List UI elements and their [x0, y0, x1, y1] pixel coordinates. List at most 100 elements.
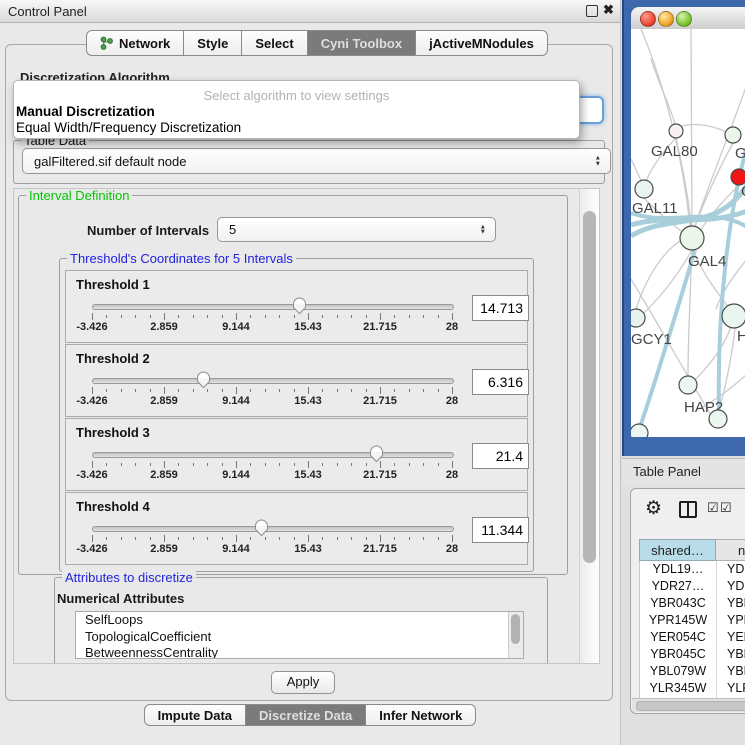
gear-icon[interactable]: ⚙ — [645, 497, 662, 520]
attribute-list-item[interactable]: TopologicalCoefficient — [76, 629, 523, 646]
table-cell: YDR27… — [640, 578, 717, 595]
network-node-h[interactable] — [722, 304, 745, 328]
slider-tick-labels: -3.4262.8599.14415.4321.71528 — [92, 543, 452, 555]
zoom-traffic-light-icon[interactable] — [676, 11, 692, 27]
table-cell: YPR1 — [717, 612, 745, 629]
number-of-intervals-value: 5 — [229, 222, 236, 237]
network-view-window: GAL80GACGAL11GAL4GCY1HHAP2 — [622, 0, 745, 456]
tab-discretize-data[interactable]: Discretize Data — [245, 704, 366, 726]
network-node[interactable] — [709, 410, 727, 428]
dropdown-option[interactable]: Manual Discretization — [16, 104, 155, 119]
table-row[interactable]: YBL079WYBL0 — [640, 663, 745, 680]
table-row[interactable]: YDR27…YDR2 — [640, 578, 745, 595]
network-node-ga[interactable] — [725, 127, 741, 143]
network-node-gcy1[interactable] — [631, 309, 645, 327]
attributes-group-title: Attributes to discretize — [62, 570, 196, 585]
control-panel-tabs: Network Style SelectCyni ToolboxjActiveMNo… — [86, 30, 548, 56]
close-icon[interactable]: ✖ — [603, 2, 614, 18]
table-row[interactable]: YBR043CYBR0 — [640, 595, 745, 612]
network-node-gal4[interactable] — [680, 226, 704, 250]
table-cell: YBR043C — [640, 595, 717, 612]
table-row[interactable]: YBR045CYBR0 — [640, 646, 745, 663]
table-cell: YBR045C — [640, 646, 717, 663]
slider-track[interactable] — [92, 452, 454, 458]
threshold-value-field[interactable]: 6.316 — [472, 369, 529, 395]
checkbox-checked-icon[interactable]: ☑ — [720, 500, 732, 516]
table-data-combobox[interactable]: galFiltered.sif default node ▲▼ — [22, 148, 611, 174]
tab-cyni-toolbox[interactable]: Cyni Toolbox — [307, 30, 416, 56]
number-of-intervals-combobox[interactable]: 5 ▲▼ — [217, 217, 496, 242]
minimize-traffic-light-icon[interactable] — [658, 11, 674, 27]
slider-thumb[interactable] — [196, 371, 211, 389]
table-row[interactable]: YPR145WYPR1 — [640, 612, 745, 629]
slider-track[interactable] — [92, 304, 454, 310]
threshold-value-field[interactable]: 14.713 — [472, 295, 529, 321]
split-columns-icon[interactable] — [679, 501, 697, 518]
table-panel-header: Table Panel — [622, 458, 745, 485]
network-node-hap2[interactable] — [679, 376, 697, 394]
table-cell: YBL0 — [717, 663, 745, 680]
column-header-shared-name[interactable]: shared… — [639, 539, 716, 561]
dropdown-option[interactable]: Equal Width/Frequency Discretization — [16, 120, 241, 135]
tab-jactivemnodules[interactable]: jActiveMNodules — [415, 30, 548, 56]
threshold-rows: Threshold 1-3.4262.8599.14415.4321.71528… — [65, 270, 528, 566]
threshold-row: Threshold 3-3.4262.8599.14415.4321.71528… — [65, 418, 528, 491]
table-row[interactable]: YLR345WYLR3 — [640, 680, 745, 697]
table-cell: YBR0 — [717, 595, 745, 612]
network-node-gal11[interactable] — [635, 180, 653, 198]
checkbox-checked-icon[interactable]: ☑ — [707, 500, 719, 516]
number-of-intervals-label: Number of Intervals — [87, 223, 209, 238]
threshold-value-field[interactable]: 21.4 — [472, 443, 529, 469]
tab-select[interactable]: Select — [241, 30, 307, 56]
close-traffic-light-icon[interactable] — [640, 11, 656, 27]
slider-track[interactable] — [92, 378, 454, 384]
table-cell: YBR0 — [717, 646, 745, 663]
column-header-name[interactable]: na — [716, 539, 745, 561]
table-cell: YLR345W — [640, 680, 717, 697]
threshold-value-field[interactable]: 11.344 — [472, 517, 529, 543]
numerical-attributes-list[interactable]: SelfLoopsTopologicalCoefficientBetweenne… — [75, 611, 524, 659]
combo-stepper-icon: ▲▼ — [480, 224, 486, 235]
tab-network[interactable]: Network — [86, 30, 184, 56]
tab-impute-data[interactable]: Impute Data — [144, 704, 246, 726]
network-icon — [100, 36, 113, 50]
slider-thumb[interactable] — [292, 297, 307, 315]
network-canvas[interactable]: GAL80GACGAL11GAL4GCY1HHAP2 — [631, 29, 745, 437]
dropdown-prompt: Select algorithm to view settings — [14, 88, 579, 103]
slider-track[interactable] — [92, 526, 454, 532]
tab-label: Impute Data — [158, 708, 232, 723]
attributes-scrollbar[interactable] — [508, 612, 523, 658]
thresholds-group-title: Threshold's Coordinates for 5 Intervals — [67, 251, 296, 266]
tab-infer-network[interactable]: Infer Network — [365, 704, 476, 726]
slider-tick-labels: -3.4262.8599.14415.4321.71528 — [92, 395, 452, 407]
slider-thumb[interactable] — [369, 445, 384, 463]
scrollbar-thumb[interactable] — [511, 614, 520, 644]
attribute-list-item[interactable]: SelfLoops — [76, 612, 523, 629]
tab-style[interactable]: Style — [183, 30, 242, 56]
scrollbar-thumb[interactable] — [636, 701, 745, 711]
threshold-label: Threshold 2 — [76, 351, 150, 366]
network-node[interactable] — [631, 424, 648, 437]
apply-button[interactable]: Apply — [271, 671, 335, 694]
tab-label: Network — [119, 36, 170, 51]
numerical-attributes-label: Numerical Attributes — [57, 591, 184, 606]
network-node-gal80[interactable] — [669, 124, 683, 138]
node-label: C — [741, 183, 745, 200]
combo-stepper-icon: ▲▼ — [595, 156, 601, 167]
table-row[interactable]: YER054CYER0 — [640, 629, 745, 646]
horizontal-scrollbar[interactable] — [632, 698, 745, 712]
thresholds-group: Threshold's Coordinates for 5 Intervals … — [59, 258, 534, 572]
slider-tick-labels: -3.4262.8599.14415.4321.71528 — [92, 321, 452, 333]
threshold-row: Threshold 1-3.4262.8599.14415.4321.71528… — [65, 270, 528, 343]
tab-label: Style — [197, 36, 228, 51]
slider-thumb[interactable] — [254, 519, 269, 537]
table-row[interactable]: YDL19…YDL1 — [640, 561, 745, 578]
attribute-list-item[interactable]: BetweennessCentrality — [76, 645, 523, 659]
settings-scrollbar[interactable] — [579, 189, 600, 663]
scrollbar-thumb[interactable] — [583, 211, 596, 563]
threshold-row: Threshold 2 -3.4262.8599.14415.4321.71528… — [65, 344, 528, 417]
float-window-icon[interactable] — [586, 5, 598, 17]
cyni-bottom-tabs: Impute Data Discretize DataInfer Network — [0, 704, 620, 726]
table-cell: YLR3 — [717, 680, 745, 697]
control-panel-title: Control Panel — [8, 4, 87, 19]
